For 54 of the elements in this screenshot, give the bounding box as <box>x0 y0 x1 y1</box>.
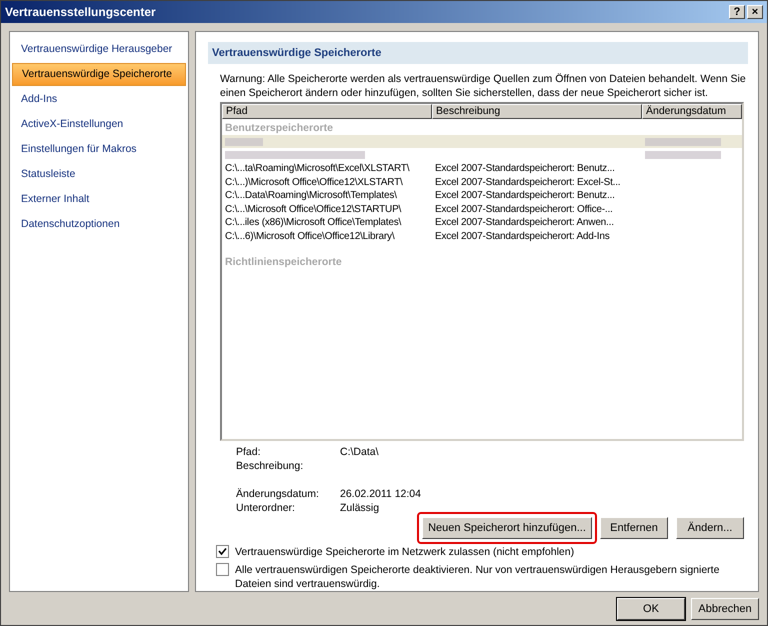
sidebar-item[interactable]: Einstellungen für Makros <box>12 138 186 161</box>
option-label[interactable]: Vertrauenswürdige Speicherorte im Netzwerk zulassen (nicht empfohlen) <box>235 545 574 559</box>
dialog-button[interactable]: Entfernen <box>600 517 668 539</box>
table-cell-text: Excel 2007-Standardspeicherort: Anwen... <box>434 216 615 230</box>
sidebar-item[interactable]: Statusleiste <box>12 163 186 186</box>
dialog-button[interactable]: Neuen Speicherort hinzufügen... <box>422 517 592 539</box>
table-cell-text: C:\...\Microsoft Office\Office12\STARTUP\ <box>224 202 402 216</box>
table-row[interactable]: C:\...iles (x86)\Microsoft Office\Templates\ Excel 2007-Standardspeicherort: Anwen... <box>222 216 742 230</box>
table-cell-text: Excel 2007-Standardspeicherort: Benutz... <box>434 189 616 202</box>
detail-label: Beschreibung: <box>236 459 304 473</box>
detail-label: Änderungsdatum: <box>236 487 320 501</box>
blurred-path <box>225 138 263 146</box>
sidebar-item[interactable]: Vertrauenswürdige Herausgeber <box>12 38 186 61</box>
table-cell-text: C:\...6)\Microsoft Office\Office12\Library\ <box>224 230 396 243</box>
detail-label: Pfad: <box>236 445 262 459</box>
dialog-button[interactable]: OK <box>617 598 685 620</box>
sidebar-item[interactable]: Datenschutzoptionen <box>12 213 186 236</box>
table-cell-text: C:\...Data\Roaming\Microsoft\Templates\ <box>224 189 398 202</box>
close-button[interactable]: × <box>747 5 763 19</box>
table-cell-text: Excel 2007-Standardspeicherort: Add-Ins <box>434 230 611 243</box>
table-cell-text: Excel 2007-Standardspeicherort: Office-... <box>434 202 614 216</box>
table-row[interactable]: C:\...6)\Microsoft Office\Office12\Library\ Excel 2007-Standardspeicherort: Add-Ins <box>222 229 742 243</box>
table-row[interactable]: C:\...)\Microsoft Office\Office12\XLSTART\ Excel 2007-Standardspeicherort: Excel-St... <box>222 175 742 189</box>
column-header[interactable]: Beschreibung <box>432 104 642 119</box>
group-label: Benutzerspeicherorte <box>224 120 334 135</box>
sidebar-item[interactable]: Add-Ins <box>12 88 186 111</box>
table-row[interactable]: C:\...ta\Roaming\Microsoft\Excel\XLSTART\ Excel 2007-Standardspeicherort: Benutz... <box>222 162 742 176</box>
table-row[interactable]: C:\...\Microsoft Office\Office12\STARTUP\ Excel 2007-Standardspeicherort: Office-... <box>222 202 742 216</box>
table-cell-text: C:\...)\Microsoft Office\Office12\XLSTART\ <box>224 176 404 189</box>
table-row[interactable]: C:\...Data\Roaming\Microsoft\Templates\ Excel 2007-Standardspeicherort: Benutz... <box>222 188 742 202</box>
section-header: Vertrauenswürdige Speicherorte <box>208 42 748 64</box>
checkbox[interactable] <box>216 563 229 576</box>
column-header[interactable]: Änderungsdatum <box>642 104 742 119</box>
group-label: Richtlinienspeicherorte <box>224 254 343 269</box>
column-header[interactable]: Pfad <box>222 104 432 119</box>
table-cell-text: C:\...iles (x86)\Microsoft Office\Templates\ <box>224 216 402 230</box>
detail-value: 26.02.2011 12:04 <box>340 487 421 501</box>
help-button[interactable]: ? <box>729 5 745 19</box>
detail-value: C:\Data\ <box>340 445 379 459</box>
window-title: Vertrauensstellungscenter <box>5 4 156 21</box>
dialog-button[interactable]: Ändern... <box>676 517 744 539</box>
checkbox[interactable] <box>216 545 229 558</box>
sidebar-item[interactable]: Externer Inhalt <box>12 188 186 211</box>
table-cell-text: Excel 2007-Standardspeicherort: Excel-St... <box>434 176 622 189</box>
dialog-button[interactable]: Abbrechen <box>691 598 759 620</box>
sidebar-item[interactable]: ActiveX-Einstellungen <box>12 113 186 136</box>
warning-text: Warnung: Alle Speicherorte werden als vertrauenswürdige Quellen zum Öffnen von Dateien behandelt. Wenn Sie einen Speicherort ändern oder hinzufügen, sollten Sie sicherstellen, dass der neue Speicherort sicher ist. <box>219 72 747 100</box>
table-cell-text: C:\...ta\Roaming\Microsoft\Excel\XLSTART\ <box>224 162 410 176</box>
detail-label: Unterordner: <box>236 501 296 515</box>
option-label[interactable]: Alle vertrauenswürdigen Speicherorte deaktivieren. Nur von vertrauenswürdigen Herausgebern signierte Dateien sind vertrauenswürdig. <box>235 563 748 591</box>
sidebar-item[interactable]: Vertrauenswürdige Speicherorte <box>12 63 186 86</box>
table-cell-text: Excel 2007-Standardspeicherort: Benutz... <box>434 162 616 176</box>
checkmark-icon <box>218 547 227 556</box>
detail-value: Zulässig <box>340 501 380 515</box>
